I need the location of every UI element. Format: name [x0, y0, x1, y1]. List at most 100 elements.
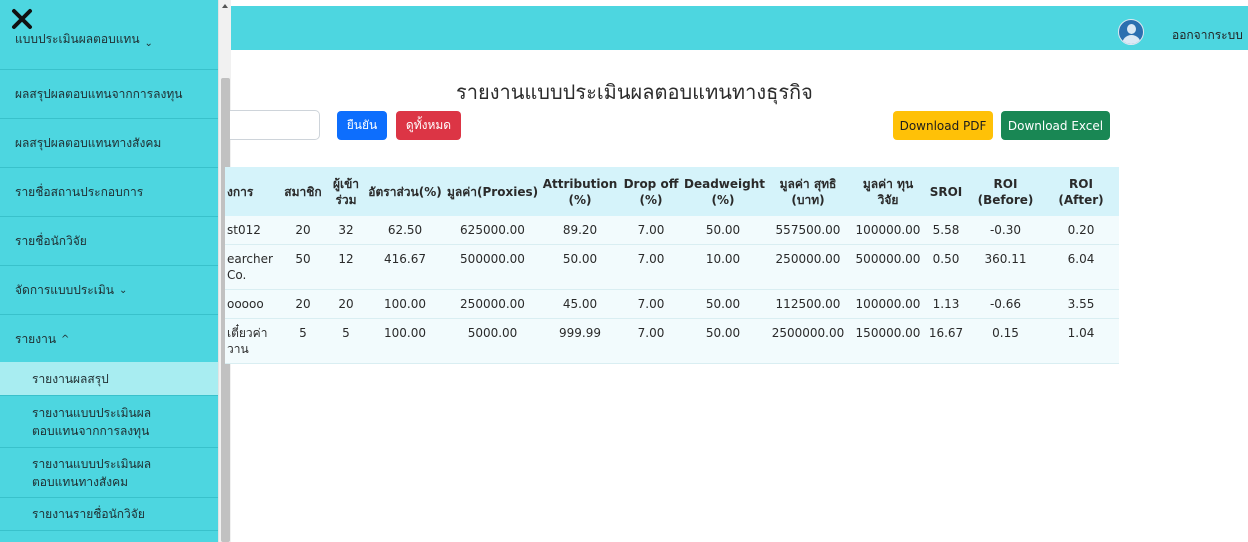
table-cell: 32 [327, 216, 365, 245]
table-cell: 50.00 [682, 289, 764, 319]
table-cell: 5.58 [924, 216, 968, 245]
table-cell: 625000.00 [445, 216, 540, 245]
table-cell: 10.00 [682, 244, 764, 290]
sidebar-item-researchers[interactable]: รายชื่อนักวิจัย [0, 217, 218, 266]
table-cell: 45.00 [540, 289, 620, 319]
sidebar-subitem-social-report[interactable]: รายงานแบบประเมินผลตอบแทนทางสังคม [0, 448, 218, 498]
table-cell: 0.15 [968, 318, 1043, 364]
table-cell: 500000.00 [445, 244, 540, 290]
sidebar-item-label: แบบประเมินผลตอบแทน [15, 32, 140, 46]
show-all-button[interactable]: ดูทั้งหมด [396, 111, 461, 140]
table-header-cell: มูลค่า(Proxies) [447, 184, 539, 199]
table-header-cell: SROI [929, 184, 963, 199]
table-cell: 20 [327, 289, 365, 319]
table-cell: 50.00 [540, 244, 620, 290]
table-cell: 7.00 [620, 289, 682, 319]
table-cell: 12 [327, 244, 365, 290]
table-cell: 5 [279, 318, 327, 364]
sidebar-item-assessment[interactable]: แบบประเมินผลตอบแทน ⌄ [0, 20, 218, 70]
table-cell: 557500.00 [764, 216, 852, 245]
confirm-button[interactable]: ยืนยัน [337, 111, 387, 140]
table-cell: 100.00 [365, 289, 445, 319]
table-cell: 62.50 [365, 216, 445, 245]
table-cell: 360.11 [968, 244, 1043, 290]
table-cell: 5000.00 [445, 318, 540, 364]
table-cell: 416.67 [365, 244, 445, 290]
scroll-up-arrow-icon[interactable] [222, 4, 228, 8]
chevron-down-icon: ⌄ [118, 284, 128, 296]
sidebar-subitem-label: รายงานรายชื่อนักวิจัย [32, 507, 145, 521]
page-title: รายงานแบบประเมินผลตอบแทนทางธุรกิจ [456, 80, 813, 104]
sidebar-item-manage-assessment[interactable]: จัดการแบบประเมิน ⌄ [0, 266, 218, 315]
sidebar-subitem-summary-report[interactable]: รายงานผลสรุป [0, 362, 218, 396]
table-cell: เตี๋ยวค่าวาน [225, 318, 279, 364]
sidebar: แบบประเมินผลตอบแทน ⌄ ผลสรุปผลตอบแทนจากกา… [0, 0, 218, 542]
table-row: ooooo 20 20 100.00 250000.00 45.00 7.00 … [225, 289, 1119, 319]
table-cell: 7.00 [620, 318, 682, 364]
table-cell: 2500000.00 [764, 318, 852, 364]
sidebar-subitem-label: รายงานผลสรุป [32, 371, 109, 386]
table-cell: 16.67 [924, 318, 968, 364]
sidebar-subitem-researcher-report[interactable]: รายงานรายชื่อนักวิจัย [0, 498, 218, 531]
table-cell: 100.00 [365, 318, 445, 364]
table-header-cell: Attribution (%) [542, 176, 618, 207]
table-cell: 7.00 [620, 216, 682, 245]
table-header-row: งการ สมาชิก ผู้เข้าร่วม อัตราส่วน(%) มูล… [225, 167, 1119, 216]
table-cell: 150000.00 [852, 318, 924, 364]
download-pdf-button[interactable]: Download PDF [893, 111, 993, 140]
table-cell: -0.30 [968, 216, 1043, 245]
report-table: งการ สมาชิก ผู้เข้าร่วม อัตราส่วน(%) มูล… [225, 167, 1119, 364]
table-header-cell: ROI (Before) [977, 176, 1034, 207]
table-cell: 0.20 [1043, 216, 1119, 245]
sidebar-subitem-investment-report[interactable]: รายงานแบบประเมินผลตอบแทนจากการลงทุน [0, 396, 218, 448]
table-cell: 100000.00 [852, 216, 924, 245]
user-avatar-icon[interactable] [1118, 19, 1144, 45]
table-cell: 250000.00 [445, 289, 540, 319]
table-row: st012 20 32 62.50 625000.00 89.20 7.00 5… [225, 216, 1119, 245]
table-cell: 20 [279, 289, 327, 319]
table-cell: 20 [279, 216, 327, 245]
table-cell: -0.66 [968, 289, 1043, 319]
sidebar-item-social-summary[interactable]: ผลสรุปผลตอบแทนทางสังคม [0, 119, 218, 168]
table-cell: 50 [279, 244, 327, 290]
chevron-down-icon: ⌄ [144, 38, 153, 49]
table-cell: 1.13 [924, 289, 968, 319]
table-cell: 500000.00 [852, 244, 924, 290]
table-header-cell: ผู้เข้าร่วม [332, 176, 360, 207]
table-header-cell: Deadweight (%) [684, 176, 765, 207]
table-cell: 89.20 [540, 216, 620, 245]
logout-link[interactable]: ออกจากระบบ [1172, 26, 1243, 45]
table-header-cell: Drop off (%) [623, 176, 679, 207]
table-row: earcher Co. 50 12 416.67 500000.00 50.00… [225, 244, 1119, 290]
table-cell: ooooo [225, 289, 279, 319]
sidebar-item-label: รายชื่อสถานประกอบการ [15, 184, 144, 199]
sidebar-item-investment-summary[interactable]: ผลสรุปผลตอบแทนจากการลงทุน [0, 70, 218, 119]
table-cell: 5 [327, 318, 365, 364]
table-cell: 1.04 [1043, 318, 1119, 364]
table-cell: 999.99 [540, 318, 620, 364]
table-cell: 50.00 [682, 318, 764, 364]
table-cell: 0.50 [924, 244, 968, 290]
table-cell: 100000.00 [852, 289, 924, 319]
sidebar-item-reports[interactable]: รายงาน ^ [0, 315, 218, 364]
table-header-cell: อัตราส่วน(%) [368, 184, 442, 199]
table-cell: 6.04 [1043, 244, 1119, 290]
sidebar-item-label: รายชื่อนักวิจัย [15, 233, 87, 248]
table-cell: 3.55 [1043, 289, 1119, 319]
table-header-cell: งการ [227, 184, 254, 199]
table-cell: st012 [225, 216, 279, 245]
download-excel-button[interactable]: Download Excel [1001, 111, 1110, 140]
table-cell: earcher Co. [225, 244, 279, 290]
sidebar-subitem-label: รายงานแบบประเมินผลตอบแทนทางสังคม [32, 456, 152, 489]
table-header-cell: ROI (After) [1058, 176, 1104, 207]
table-header-cell: สมาชิก [284, 184, 322, 199]
sidebar-item-label: ผลสรุปผลตอบแทนจากการลงทุน [15, 86, 183, 101]
sidebar-item-enterprises[interactable]: รายชื่อสถานประกอบการ [0, 168, 218, 217]
table-header-cell: มูลค่า ทุนวิจัย [862, 176, 914, 207]
search-input[interactable] [230, 110, 320, 140]
sidebar-item-label: รายงาน [15, 331, 57, 346]
table-cell: 250000.00 [764, 244, 852, 290]
table-cell: 112500.00 [764, 289, 852, 319]
table-row: เตี๋ยวค่าวาน 5 5 100.00 5000.00 999.99 7… [225, 318, 1119, 364]
table-header-cell: มูลค่า สุทธิ (บาท) [779, 176, 837, 207]
